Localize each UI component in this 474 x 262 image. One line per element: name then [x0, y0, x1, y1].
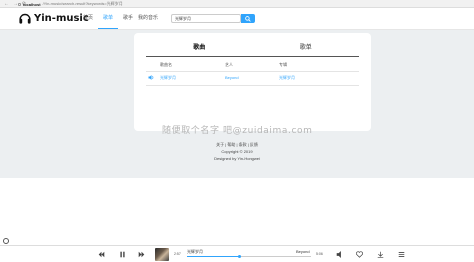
tab-songs[interactable]: 歌曲: [146, 41, 253, 56]
back-icon[interactable]: ←: [4, 1, 9, 7]
headphones-icon: [19, 13, 31, 24]
player-song-title: 光辉岁月: [187, 249, 203, 254]
browser-toolbar: ← → ⟳ localhost /Yin-music/search-result…: [0, 0, 474, 8]
column-album: 专辑: [279, 62, 287, 67]
row-album[interactable]: 光辉岁月: [279, 75, 295, 81]
nav-my-music[interactable]: 我的音乐: [138, 8, 158, 29]
volume-icon[interactable]: [336, 251, 343, 258]
column-song: 歌曲名: [160, 62, 172, 67]
playlist-icon[interactable]: [398, 251, 405, 258]
nav-singers[interactable]: 歌手: [118, 8, 138, 29]
address-bar[interactable]: localhost /Yin-music/search-result?keywo…: [18, 1, 123, 7]
divider: [146, 85, 359, 86]
info-icon: [18, 2, 21, 6]
previous-icon[interactable]: [98, 251, 105, 258]
footer-links[interactable]: 关于 | 帮助 | 条款 | 反馈: [0, 141, 474, 148]
result-tabs: 歌曲 歌单: [146, 41, 359, 57]
total-time: 5:06: [316, 252, 323, 256]
search-input[interactable]: 光辉岁月: [171, 14, 241, 23]
main-nav: 首页 歌单 歌手 我的音乐: [78, 8, 158, 29]
volume-icon: [148, 75, 154, 80]
watermark: 随便取个名字 吧@zuidaima.com: [162, 126, 313, 136]
search-results-card: 歌曲 歌单 歌曲名 艺人 专辑 光辉岁月 Beyond 光辉岁月: [134, 33, 371, 131]
footer-designer: Designed by Yin-Hongwei: [214, 156, 260, 161]
row-artist[interactable]: Beyond: [225, 75, 239, 80]
url-path: /Yin-music/search-result?keywords=光辉岁月: [42, 1, 123, 6]
current-time: 2:57: [174, 252, 181, 256]
collapse-icon[interactable]: [3, 238, 9, 244]
site-footer: 关于 | 帮助 | 条款 | 反馈 Copyright © 2019 Desig…: [0, 141, 474, 162]
nav-playlists[interactable]: 歌单: [98, 8, 118, 29]
search-icon: [245, 15, 251, 22]
footer-copyright: Copyright © 2019: [221, 149, 253, 154]
divider: [146, 71, 359, 72]
nav-home[interactable]: 首页: [78, 8, 98, 29]
next-icon[interactable]: [138, 251, 145, 258]
column-artist: 艺人: [225, 62, 233, 67]
row-song[interactable]: 光辉岁月: [160, 75, 176, 81]
tab-playlists[interactable]: 歌单: [253, 41, 360, 56]
table-row[interactable]: 光辉岁月 Beyond 光辉岁月: [146, 74, 359, 83]
search-button[interactable]: [241, 14, 255, 23]
pause-icon[interactable]: [119, 251, 126, 258]
progress-handle[interactable]: [238, 255, 242, 258]
album-cover[interactable]: [155, 248, 169, 261]
download-icon[interactable]: [377, 251, 384, 258]
player-artist: Beyond: [296, 249, 310, 254]
site-header: Yin-music 首页 歌单 歌手 我的音乐 光辉岁月: [0, 8, 474, 30]
music-player-bar: 2:57 光辉岁月 Beyond 5:06: [0, 245, 474, 262]
url-host: localhost: [23, 1, 41, 7]
progress-fill: [187, 256, 240, 257]
progress-bar[interactable]: [187, 255, 311, 258]
like-icon[interactable]: [356, 251, 363, 258]
